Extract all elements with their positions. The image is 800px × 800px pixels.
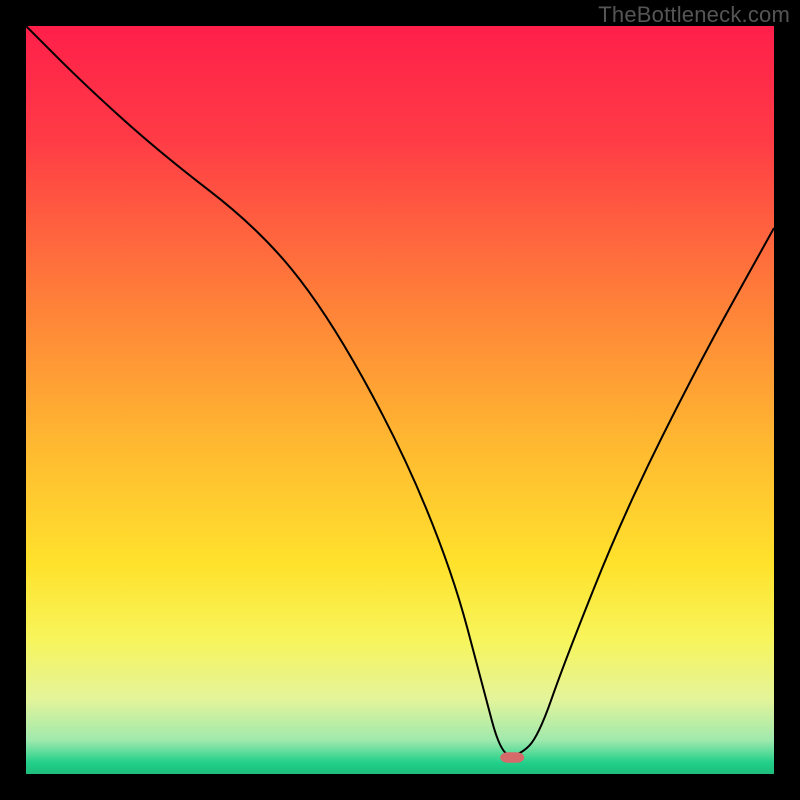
markers-group — [500, 752, 524, 762]
chart-container: TheBottleneck.com — [0, 0, 800, 800]
watermark-text: TheBottleneck.com — [598, 2, 790, 28]
gradient-background — [26, 26, 774, 774]
optimum-marker — [500, 752, 524, 762]
plot-area — [26, 26, 774, 774]
chart-svg — [26, 26, 774, 774]
